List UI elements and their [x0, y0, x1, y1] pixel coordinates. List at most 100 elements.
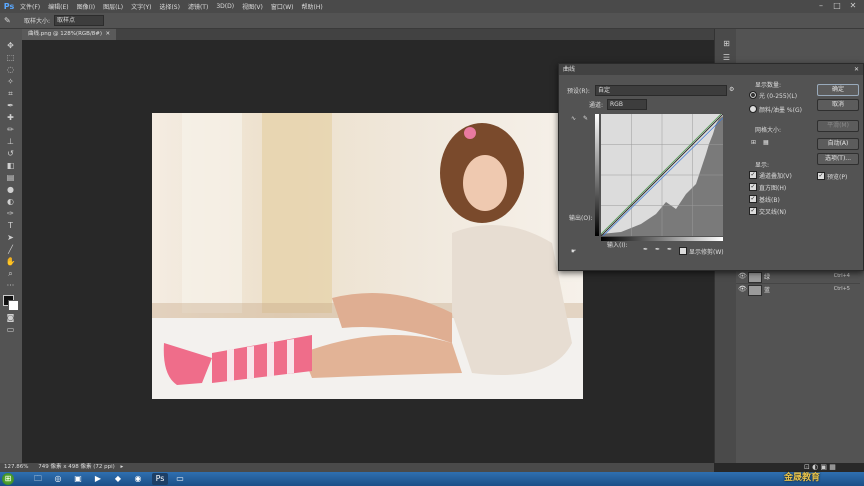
- photo-illustration: [152, 113, 583, 399]
- photoshop-taskbar-icon[interactable]: Ps: [152, 473, 168, 485]
- sample-size-select[interactable]: 取样点: [54, 15, 105, 26]
- menu-layer[interactable]: 图层(L): [103, 2, 123, 11]
- cancel-button[interactable]: 取消: [817, 99, 859, 111]
- menu-edit[interactable]: 编辑(E): [48, 2, 68, 11]
- path-selection-icon[interactable]: ➤: [4, 233, 17, 243]
- shape-tool-icon[interactable]: ╱: [4, 245, 17, 255]
- menu-3d[interactable]: 3D(D): [216, 3, 234, 10]
- dodge-tool-icon[interactable]: ◐: [4, 197, 17, 207]
- preset-options-icon[interactable]: ⚙: [729, 86, 734, 93]
- healing-brush-icon[interactable]: ✚: [4, 113, 17, 123]
- status-arrow-icon[interactable]: ▸: [121, 464, 124, 470]
- channel-overlay-label: 通道叠加(V): [759, 173, 792, 180]
- maximize-icon[interactable]: □: [830, 1, 844, 11]
- options-button[interactable]: 选项(T)...: [817, 153, 859, 165]
- preview-checkbox[interactable]: ✓: [817, 172, 825, 180]
- eyedropper-tool-icon[interactable]: ✎: [4, 16, 14, 25]
- start-button-icon[interactable]: ⊞: [2, 473, 14, 485]
- visibility-eye-icon[interactable]: 👁: [738, 285, 747, 293]
- photoshop-logo: Ps: [3, 2, 15, 11]
- clone-stamp-icon[interactable]: ⊥: [4, 137, 17, 147]
- auto-button[interactable]: 自动(A): [817, 138, 859, 150]
- detailed-grid-icon[interactable]: ▦: [763, 139, 769, 146]
- menu-file[interactable]: 文件(F): [20, 2, 40, 11]
- menu-image[interactable]: 图像(I): [77, 2, 95, 11]
- screen-mode-icon[interactable]: ▭: [4, 325, 17, 335]
- menu-filter[interactable]: 滤镜(T): [188, 2, 208, 11]
- background-color-swatch[interactable]: [8, 300, 19, 311]
- gray-point-eyedropper-icon[interactable]: ✒: [655, 246, 660, 253]
- gradient-tool-icon[interactable]: ▤: [4, 173, 17, 183]
- move-tool-icon[interactable]: ✥: [4, 41, 17, 51]
- visibility-eye-icon[interactable]: 👁: [738, 272, 747, 280]
- histogram-label: 直方图(H): [759, 185, 787, 192]
- smooth-button[interactable]: 平滑(M): [817, 120, 859, 132]
- baseline-label: 基线(B): [759, 197, 780, 204]
- show-clipping-checkbox[interactable]: [679, 247, 687, 255]
- white-point-eyedropper-icon[interactable]: ✒: [667, 246, 672, 253]
- properties-panel-icon[interactable]: ☰: [720, 53, 733, 63]
- menu-window[interactable]: 窗口(W): [271, 2, 294, 11]
- magic-wand-icon[interactable]: ✧: [4, 77, 17, 87]
- intersection-line-checkbox[interactable]: ✓: [749, 207, 757, 215]
- menu-view[interactable]: 视图(V): [242, 2, 263, 11]
- watermark-logo: 金晟教育: [784, 473, 821, 483]
- document-image[interactable]: [152, 113, 583, 399]
- dialog-title-bar[interactable]: 曲线 ✕: [559, 64, 863, 75]
- window-icon[interactable]: ▭: [172, 473, 188, 485]
- ok-button[interactable]: 确定: [817, 84, 859, 96]
- minimize-icon[interactable]: –: [814, 1, 828, 11]
- curve-pencil-tool-icon[interactable]: ✎: [583, 115, 588, 122]
- browser-icon[interactable]: ◎: [50, 473, 66, 485]
- menu-type[interactable]: 文字(Y): [131, 2, 151, 11]
- light-option-label: 光 (0-255)(L): [759, 93, 798, 100]
- document-tab-title: 曲线.png @ 128%(RGB/8#): [28, 31, 103, 37]
- brush-tool-icon[interactable]: ✏: [4, 125, 17, 135]
- hand-tool-icon[interactable]: ✋: [4, 257, 17, 267]
- marquee-tool-icon[interactable]: ⬚: [4, 53, 17, 63]
- menu-help[interactable]: 帮助(H): [302, 2, 323, 11]
- black-point-eyedropper-icon[interactable]: ✒: [643, 246, 648, 253]
- close-icon[interactable]: ✕: [846, 1, 860, 11]
- zoom-tool-icon[interactable]: ⌕: [4, 269, 17, 279]
- explorer-icon[interactable]: 🗀: [30, 473, 46, 485]
- dialog-close-icon[interactable]: ✕: [854, 64, 859, 75]
- menu-select[interactable]: 选择(S): [159, 2, 180, 11]
- tab-close-icon[interactable]: ✕: [104, 31, 111, 37]
- channel-select[interactable]: RGB: [607, 99, 647, 110]
- folder-icon[interactable]: ▣: [70, 473, 86, 485]
- document-tab[interactable]: 曲线.png @ 128%(RGB/8#) ✕: [22, 29, 117, 40]
- blur-tool-icon[interactable]: ●: [4, 185, 17, 195]
- quick-mask-icon[interactable]: ◙: [4, 313, 17, 323]
- eraser-tool-icon[interactable]: ◧: [4, 161, 17, 171]
- simple-grid-icon[interactable]: ⊞: [751, 139, 756, 146]
- eyedropper-icon[interactable]: ✒: [4, 101, 17, 111]
- pigment-radio[interactable]: [749, 105, 757, 113]
- layer-row-green[interactable]: 👁 绿 Ctrl+4: [736, 270, 860, 283]
- history-panel-icon[interactable]: ⊞: [720, 39, 733, 49]
- show-label: 显示:: [755, 162, 770, 169]
- layer-thumbnail: [748, 285, 762, 296]
- channel-overlay-checkbox[interactable]: ✓: [749, 171, 757, 179]
- pen-tool-icon[interactable]: ✑: [4, 209, 17, 219]
- layer-row-blue[interactable]: 👁 蓝 Ctrl+5: [736, 283, 860, 296]
- chrome-icon[interactable]: ◉: [130, 473, 146, 485]
- histogram-checkbox[interactable]: ✓: [749, 183, 757, 191]
- media-icon[interactable]: ▶: [90, 473, 106, 485]
- show-clipping-label: 显示修剪(W): [689, 249, 724, 256]
- app-icon[interactable]: ◆: [110, 473, 126, 485]
- baseline-checkbox[interactable]: ✓: [749, 195, 757, 203]
- light-radio[interactable]: [749, 91, 757, 99]
- curve-adjust-icon[interactable]: ☛: [571, 248, 576, 255]
- curve-point-tool-icon[interactable]: ∿: [571, 115, 576, 122]
- preset-select[interactable]: 自定: [595, 85, 727, 96]
- layer-shortcut: Ctrl+5: [833, 286, 850, 292]
- crop-tool-icon[interactable]: ⌗: [4, 89, 17, 99]
- type-tool-icon[interactable]: T: [4, 221, 17, 231]
- curve-graph[interactable]: [601, 114, 723, 236]
- layer-name: 绿: [764, 274, 771, 281]
- lasso-tool-icon[interactable]: ◌: [4, 65, 17, 75]
- zoom-level[interactable]: 127.86%: [4, 464, 28, 470]
- history-brush-icon[interactable]: ↺: [4, 149, 17, 159]
- more-tools-icon[interactable]: ···: [4, 281, 17, 291]
